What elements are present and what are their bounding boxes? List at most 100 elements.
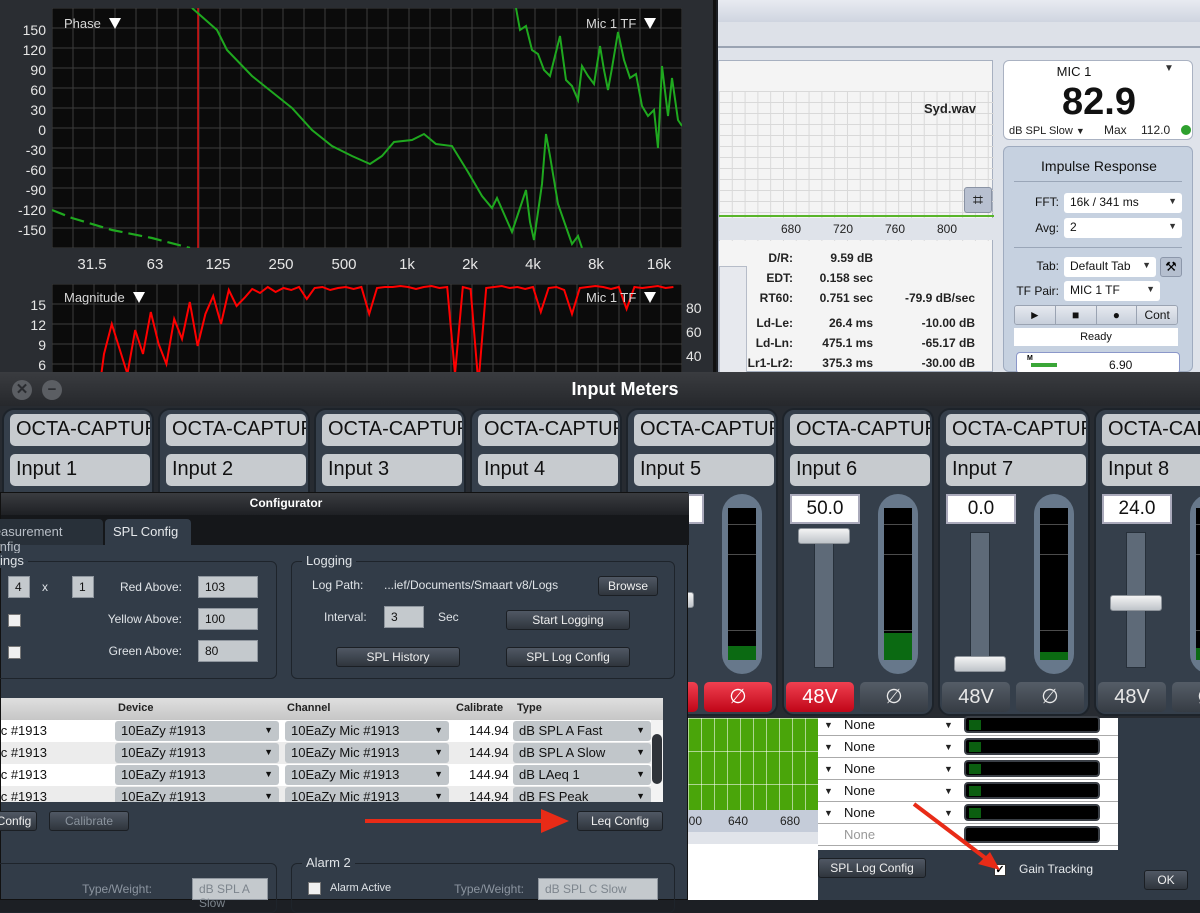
table-scrollbar[interactable] bbox=[651, 720, 663, 802]
channel-input-label[interactable]: Input 5 bbox=[634, 454, 774, 486]
phase-plot[interactable]: Phase Mic 1 TF bbox=[51, 7, 683, 250]
type-select[interactable]: dB SPL A Fast ▼ bbox=[513, 721, 651, 741]
channel-device-label[interactable]: OCTA-CAPTURE bbox=[946, 414, 1086, 446]
gain-slider-track[interactable] bbox=[814, 532, 834, 668]
gain-slider-thumb[interactable] bbox=[1110, 594, 1162, 611]
interval-input[interactable]: 3 bbox=[384, 606, 424, 628]
gain-value-input[interactable]: 0.0 bbox=[946, 494, 1016, 524]
continuous-button[interactable]: Cont bbox=[1137, 306, 1177, 324]
table-row[interactable]: Mic #1913 10EaZy #1913▼ 10EaZy Mic #1913▼ 1… bbox=[1, 742, 663, 764]
source-select[interactable]: None bbox=[844, 717, 875, 732]
source-select[interactable]: None bbox=[844, 805, 875, 820]
green-above-input[interactable]: 80 bbox=[198, 640, 258, 662]
channel-device-label[interactable]: OCTA-CAPTURE bbox=[790, 414, 930, 446]
impulse-response-plot[interactable]: Syd.wav ⌗ 680 720 760 800 D/R: 9.59 dB EDT… bbox=[718, 60, 994, 436]
calibrate-button[interactable]: Calibrate bbox=[49, 811, 129, 831]
column-header-type[interactable]: Type bbox=[517, 702, 542, 714]
title-bar[interactable]: Configurator bbox=[1, 493, 689, 515]
grid-rows-input[interactable]: 1 bbox=[72, 576, 94, 598]
close-icon[interactable]: ✕ bbox=[12, 380, 32, 400]
stop-button[interactable]: ■ bbox=[1055, 306, 1097, 324]
table-row[interactable]: Mic #1913 10EaZy #1913▼ 10EaZy Mic #1913▼ 1… bbox=[1, 786, 663, 802]
channel-device-label[interactable]: OCTA-CAPTURE bbox=[1102, 414, 1200, 446]
start-logging-button[interactable]: Start Logging bbox=[506, 610, 630, 630]
tab-spl-config[interactable]: SPL Config bbox=[105, 519, 191, 545]
avg-select[interactable]: 2 ▼ bbox=[1064, 218, 1182, 238]
type-select[interactable]: dB FS Peak ▼ bbox=[513, 787, 651, 802]
ok-button[interactable]: OK bbox=[1144, 870, 1188, 890]
phantom-power-button[interactable]: 48V bbox=[1098, 682, 1166, 712]
channel-input-label[interactable]: Input 1 bbox=[10, 454, 150, 486]
settings-checkbox-1[interactable] bbox=[8, 614, 21, 627]
gain-slider-track[interactable] bbox=[970, 532, 990, 668]
spl-source[interactable]: MIC 1 bbox=[1004, 64, 1144, 79]
minimize-icon[interactable]: − bbox=[42, 380, 62, 400]
channel-input-label[interactable]: Input 4 bbox=[478, 454, 618, 486]
channel-device-label[interactable]: OCTA-CAPTURE bbox=[166, 414, 306, 446]
channel-input-label[interactable]: Input 8 bbox=[1102, 454, 1200, 486]
yellow-above-input[interactable]: 100 bbox=[198, 608, 258, 630]
spl-type-select[interactable]: dB SPL Slow ▼ bbox=[1009, 125, 1085, 137]
channel-select[interactable]: 10EaZy Mic #1913 ▼ bbox=[285, 721, 449, 741]
table-row[interactable]: Mic #1913 10EaZy #1913▼ 10EaZy Mic #1913▼ 1… bbox=[1, 764, 663, 786]
channel-device-label[interactable]: OCTA-CAPTURE bbox=[634, 414, 774, 446]
list-item[interactable]: ▼ None ▼ bbox=[818, 736, 1118, 758]
channel-input-label[interactable]: Input 7 bbox=[946, 454, 1086, 486]
phantom-power-button[interactable]: 48V bbox=[786, 682, 854, 712]
chevron-down-icon[interactable]: ▼ bbox=[944, 764, 953, 774]
column-header-device[interactable]: Device bbox=[118, 702, 153, 714]
list-item[interactable]: ▼ None ▼ bbox=[818, 714, 1118, 736]
alarm-active-checkbox[interactable] bbox=[308, 882, 321, 895]
alarm-2-type-weight[interactable]: dB SPL C Slow bbox=[538, 878, 658, 900]
phase-invert-button[interactable]: ∅ bbox=[860, 682, 928, 712]
spl-meter[interactable]: MIC 1 ▼ 82.9 dB SPL Slow ▼ Max 112.0 bbox=[1003, 60, 1193, 140]
tab-select[interactable]: Default Tab ▼ bbox=[1064, 257, 1156, 277]
leq-config-button[interactable]: Leq Config bbox=[577, 811, 663, 831]
chevron-down-icon[interactable]: ▼ bbox=[944, 786, 953, 796]
meter-value[interactable]: 6.90 bbox=[1109, 358, 1132, 372]
phase-invert-button[interactable]: ∅ bbox=[704, 682, 772, 712]
source-select[interactable]: None bbox=[844, 739, 875, 754]
phase-trace-label[interactable]: Mic 1 TF bbox=[586, 16, 657, 31]
chevron-down-icon[interactable]: ▼ bbox=[1164, 63, 1174, 74]
spl-history-button[interactable]: SPL History bbox=[336, 647, 460, 667]
fft-select[interactable]: 16k / 341 ms ▼ bbox=[1064, 193, 1182, 213]
gain-slider-thumb[interactable] bbox=[954, 656, 1006, 672]
table-row[interactable]: Mic #1913 10EaZy #1913▼ 10EaZy Mic #1913▼ 1… bbox=[1, 720, 663, 742]
phase-invert-button[interactable]: ∅ bbox=[1172, 682, 1200, 712]
scrollbar-thumb[interactable] bbox=[652, 734, 662, 784]
gain-value-input[interactable]: 50.0 bbox=[790, 494, 860, 524]
type-select[interactable]: dB LAeq 1 ▼ bbox=[513, 765, 651, 785]
alarm-1-type-weight[interactable]: dB SPL A Slow bbox=[192, 878, 268, 910]
title-bar[interactable]: ✕ − Input Meters bbox=[0, 372, 1200, 406]
type-select[interactable]: dB SPL A Slow ▼ bbox=[513, 743, 651, 763]
channel-input-label[interactable]: Input 2 bbox=[166, 454, 306, 486]
magnitude-trace-label[interactable]: Mic 1 TF bbox=[586, 290, 657, 305]
tools-icon[interactable]: ⚒ bbox=[1160, 257, 1182, 277]
chevron-down-icon[interactable]: ▼ bbox=[824, 742, 833, 752]
column-header-channel[interactable]: Channel bbox=[287, 702, 330, 714]
play-button[interactable]: ► bbox=[1015, 306, 1056, 324]
channel-select[interactable]: 10EaZy Mic #1913 ▼ bbox=[285, 787, 449, 802]
device-select[interactable]: 10EaZy #1913 ▼ bbox=[115, 721, 279, 741]
device-select[interactable]: 10EaZy #1913 ▼ bbox=[115, 743, 279, 763]
settings-checkbox-2[interactable] bbox=[8, 646, 21, 659]
gain-value-input[interactable]: 24.0 bbox=[1102, 494, 1172, 524]
chevron-down-icon[interactable]: ▼ bbox=[824, 764, 833, 774]
chevron-down-icon[interactable]: ▼ bbox=[824, 786, 833, 796]
source-select[interactable]: None bbox=[844, 761, 875, 776]
channel-select[interactable]: 10EaZy Mic #1913 ▼ bbox=[285, 765, 449, 785]
device-select[interactable]: 10EaZy #1913 ▼ bbox=[115, 787, 279, 802]
phantom-power-button[interactable]: 48V bbox=[942, 682, 1010, 712]
list-item[interactable]: ▼ None ▼ bbox=[818, 758, 1118, 780]
crop-icon[interactable]: ⌗ bbox=[964, 187, 992, 213]
magnitude-plot[interactable]: Magnitude Mic 1 TF bbox=[51, 283, 683, 385]
grid-cols-input[interactable]: 4 bbox=[8, 576, 30, 598]
spl-log-config-button[interactable]: SPL Log Config bbox=[506, 647, 630, 667]
magnitude-plot-label[interactable]: Magnitude bbox=[64, 290, 145, 305]
chevron-down-icon[interactable]: ▼ bbox=[944, 720, 953, 730]
chevron-down-icon[interactable]: ▼ bbox=[824, 720, 833, 730]
channel-input-label[interactable]: Input 6 bbox=[790, 454, 930, 486]
device-select[interactable]: 10EaZy #1913 ▼ bbox=[115, 765, 279, 785]
red-above-input[interactable]: 103 bbox=[198, 576, 258, 598]
